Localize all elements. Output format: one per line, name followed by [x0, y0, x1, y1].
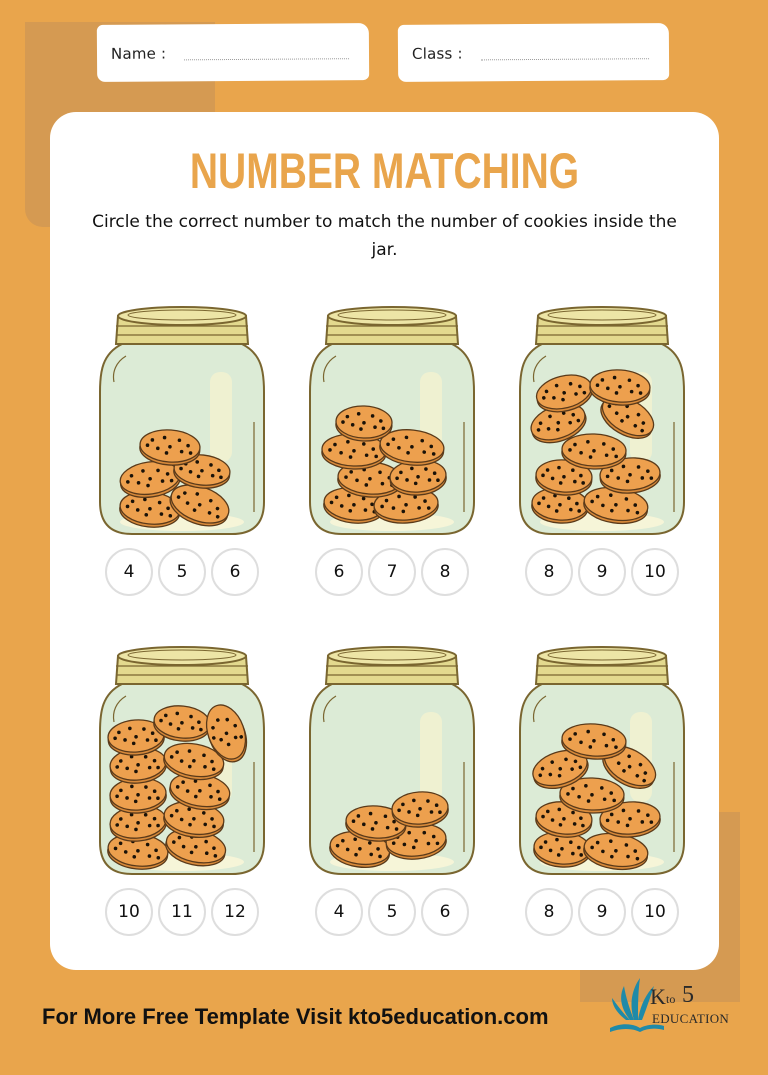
answer-choices: 8 9 10: [512, 888, 692, 936]
name-label: Name :: [110, 43, 167, 63]
logo-k: K: [650, 984, 666, 1009]
answer-choice-circle[interactable]: 6: [421, 888, 469, 936]
class-label: Class :: [411, 43, 463, 63]
worksheet-title: NUMBER MATCHING: [189, 143, 580, 199]
answer-choice-circle[interactable]: 8: [525, 548, 573, 596]
answer-choices: 678: [302, 548, 482, 596]
logo-five: 5: [682, 982, 694, 1008]
mason-jar-icon: [309, 306, 475, 535]
jar-item-3: 8 9 10: [512, 282, 692, 602]
mason-jar-icon: [99, 646, 265, 875]
jar-item-2: 678: [302, 282, 482, 602]
answer-choice-circle[interactable]: 5: [368, 888, 416, 936]
mason-jar-icon: [519, 306, 685, 535]
answer-choice-circle[interactable]: 10: [105, 888, 153, 936]
answer-choice-circle[interactable]: 7: [368, 548, 416, 596]
answer-choices: 456: [302, 888, 482, 936]
answer-choice-circle[interactable]: 8: [421, 548, 469, 596]
jar-item-1: 456: [92, 282, 272, 602]
name-field-box: Name :: [96, 23, 370, 82]
jar-item-6: 8 9 10: [512, 622, 692, 942]
answer-choice-circle[interactable]: 9: [578, 548, 626, 596]
answer-choice-circle[interactable]: 6: [211, 548, 259, 596]
jar-item-5: 456: [302, 622, 482, 942]
answer-choices: 10 11 12: [92, 888, 272, 936]
answer-choice-circle[interactable]: 5: [158, 548, 206, 596]
logo-education: EDUCATION: [652, 1011, 730, 1026]
answer-choices: 8 9 10: [512, 548, 692, 596]
answer-choice-circle[interactable]: 12: [211, 888, 259, 936]
answer-choice-circle[interactable]: 6: [315, 548, 363, 596]
mason-jar-icon: [99, 306, 265, 535]
mason-jar-icon: [309, 646, 475, 875]
logo-to: to: [666, 992, 676, 1006]
worksheet-card: NUMBER MATCHING Circle the correct numbe…: [50, 112, 719, 970]
answer-choice-circle[interactable]: 11: [158, 888, 206, 936]
answer-choice-circle[interactable]: 9: [578, 888, 626, 936]
answer-choice-circle[interactable]: 10: [631, 888, 679, 936]
answer-choice-circle[interactable]: 4: [315, 888, 363, 936]
name-input-line[interactable]: [184, 58, 350, 61]
mason-jar-icon: [519, 646, 685, 875]
cookie-icon: [335, 405, 393, 442]
footer-promo-text: For More Free Template Visit kto5educati…: [42, 1004, 549, 1029]
answer-choice-circle[interactable]: 4: [105, 548, 153, 596]
class-field-box: Class :: [397, 23, 670, 82]
answer-choices: 456: [92, 548, 272, 596]
class-input-line[interactable]: [480, 58, 650, 61]
kto5-logo: K to 5 EDUCATION: [606, 972, 736, 1038]
answer-choice-circle[interactable]: 8: [525, 888, 573, 936]
worksheet-instructions: Circle the correct number to match the n…: [92, 212, 677, 260]
jar-item-4: 10 11 12: [92, 622, 272, 942]
answer-choice-circle[interactable]: 10: [631, 548, 679, 596]
